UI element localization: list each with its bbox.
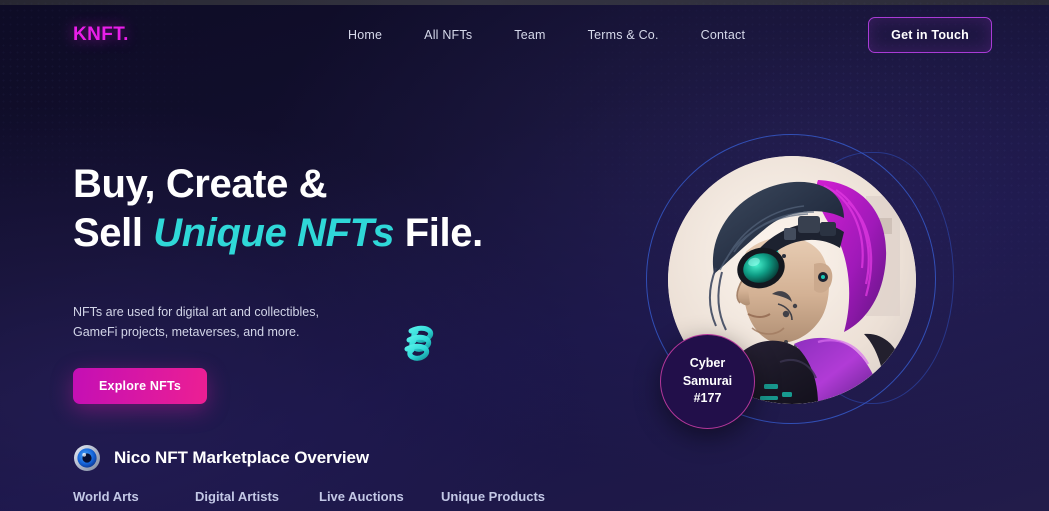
feature-item-world-arts[interactable]: World Arts	[73, 489, 195, 504]
nft-name-badge[interactable]: Cyber Samurai #177	[660, 334, 755, 429]
site-header: KNFT. Home All NFTs Team Terms & Co. Con…	[0, 5, 1049, 65]
headline-accent: Unique NFTs	[153, 210, 395, 255]
badge-line-3: #177	[693, 391, 722, 406]
hero-copy: Buy, Create & Sell Unique NFTs File. NFT…	[73, 160, 543, 405]
feature-item-digital-artists[interactable]: Digital Artists	[195, 489, 319, 504]
hero-artwork: Cyber Samurai #177	[636, 126, 956, 438]
nav-item-all-nfts[interactable]: All NFTs	[424, 28, 472, 42]
main-navigation: Home All NFTs Team Terms & Co. Contact	[348, 28, 745, 42]
badge-line-1: Cyber	[689, 355, 726, 370]
headline-line-1: Buy, Create &	[73, 162, 328, 206]
nav-item-terms[interactable]: Terms & Co.	[588, 28, 659, 42]
feature-item-unique-products[interactable]: Unique Products	[441, 489, 545, 504]
badge-line-2: Samurai	[682, 373, 733, 388]
nav-item-team[interactable]: Team	[514, 28, 545, 42]
get-in-touch-button[interactable]: Get in Touch	[868, 17, 992, 53]
hero-headline: Buy, Create & Sell Unique NFTs File.	[73, 160, 543, 258]
overview-header: Nico NFT Marketplace Overview	[73, 444, 369, 472]
nav-item-contact[interactable]: Contact	[701, 28, 745, 42]
brand-logo[interactable]: KNFT.	[73, 24, 129, 46]
hero-paragraph: NFTs are used for digital art and collec…	[73, 304, 319, 339]
spiral-decoration-icon	[398, 320, 444, 366]
overview-title: Nico NFT Marketplace Overview	[114, 448, 370, 467]
eye-icon	[73, 444, 101, 472]
nav-item-home[interactable]: Home	[348, 28, 382, 42]
feature-list: World Arts Digital Artists Live Auctions…	[73, 489, 545, 504]
headline-line-2-pre: Sell	[73, 210, 154, 255]
landing-page: KNFT. Home All NFTs Team Terms & Co. Con…	[0, 0, 1049, 511]
feature-item-live-auctions[interactable]: Live Auctions	[319, 489, 441, 504]
explore-nfts-button[interactable]: Explore NFTs	[73, 368, 208, 405]
headline-line-2-post: File.	[394, 210, 483, 255]
